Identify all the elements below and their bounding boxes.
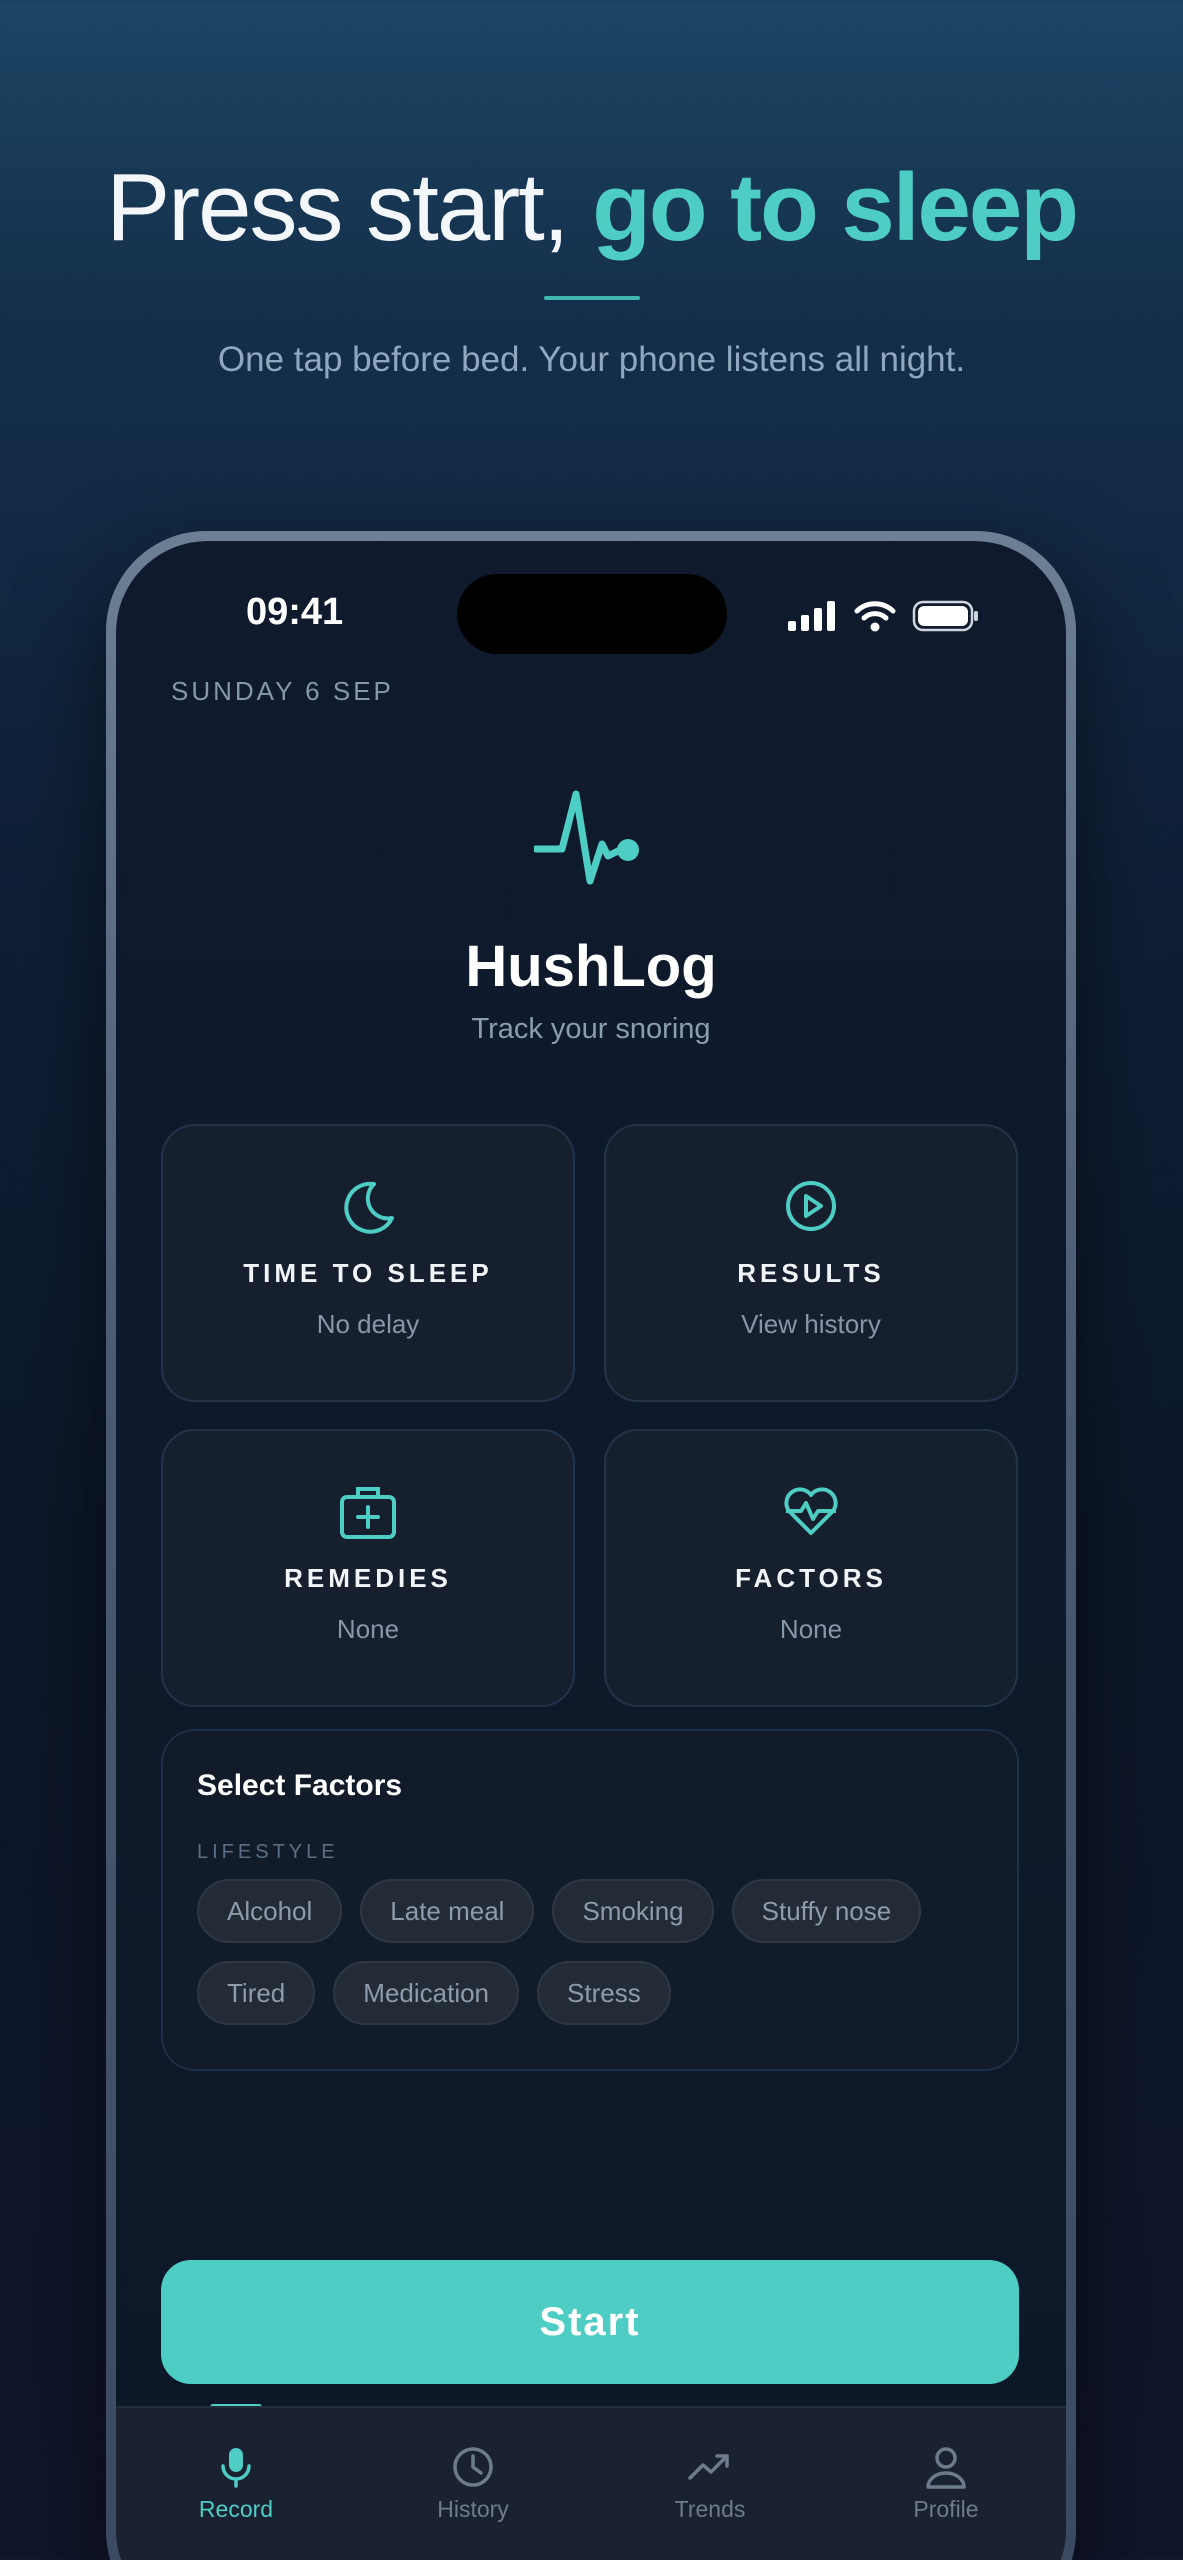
time-to-sleep-card[interactable]: TIME TO SLEEP No delay	[161, 1124, 575, 1402]
app-tagline: Track your snoring	[471, 1013, 711, 1045]
tab-profile[interactable]: Profile	[866, 2426, 1026, 2526]
card-value: None	[336, 1614, 400, 1644]
hero-title-plain: Press start,	[106, 154, 593, 261]
wifi-icon	[854, 601, 896, 632]
card-value: View history	[741, 1309, 881, 1339]
trend-up-icon	[688, 2454, 729, 2480]
card-value: No delay	[316, 1309, 420, 1339]
hero-underline	[544, 296, 640, 300]
tab-label: History	[437, 2496, 509, 2522]
tab-label: Profile	[913, 2496, 979, 2522]
medical-kit-icon	[340, 1487, 396, 1539]
clock-icon	[453, 2447, 493, 2487]
card-title: FACTORS	[735, 1563, 887, 1593]
chip-alcohol[interactable]: Alcohol	[197, 1879, 343, 1943]
factor-chip-list: Alcohol Late meal Smoking Stuffy nose Ti…	[197, 1879, 997, 2025]
chip-smoking[interactable]: Smoking	[552, 1879, 714, 1943]
tab-label: Record	[198, 2496, 274, 2522]
factors-card[interactable]: FACTORS None	[604, 1429, 1018, 1707]
dynamic-island	[457, 574, 727, 654]
card-value: None	[779, 1614, 843, 1644]
hero-title: Press start, go to sleep	[0, 160, 1183, 256]
person-icon	[926, 2447, 966, 2489]
current-date: SUNDAY 6 SEP	[171, 676, 394, 706]
status-time: 09:41	[246, 591, 344, 633]
select-factors-panel: Select Factors LIFESTYLE Alcohol Late me…	[161, 1729, 1019, 2071]
chip-medication[interactable]: Medication	[333, 1961, 520, 2025]
card-title: REMEDIES	[284, 1563, 452, 1593]
results-card[interactable]: RESULTS View history	[604, 1124, 1018, 1402]
tab-history[interactable]: History	[393, 2426, 553, 2526]
chip-tired[interactable]: Tired	[197, 1961, 316, 2025]
microphone-icon	[221, 2448, 251, 2488]
tab-bar: Record History Trends Profile	[116, 2406, 1066, 2560]
play-circle-icon	[786, 1181, 836, 1231]
lifestyle-section-label: LIFESTYLE	[197, 1841, 339, 1863]
phone-screen: 09:41 SUNDAY 6 SEP HushLog Track your sn…	[116, 541, 1066, 2560]
start-button[interactable]: Start	[161, 2260, 1019, 2384]
chip-late-meal[interactable]: Late meal	[360, 1879, 535, 1943]
factors-panel-title: Select Factors	[197, 1769, 403, 1802]
chip-stuffy-nose[interactable]: Stuffy nose	[731, 1879, 922, 1943]
tab-record[interactable]: Record	[156, 2426, 316, 2526]
chip-stress[interactable]: Stress	[537, 1961, 671, 2025]
battery-icon	[912, 600, 978, 632]
cellular-signal-icon	[788, 601, 835, 631]
card-title: TIME TO SLEEP	[243, 1258, 493, 1288]
phone-frame: 09:41 SUNDAY 6 SEP HushLog Track your sn…	[106, 531, 1076, 2560]
remedies-card[interactable]: REMEDIES None	[161, 1429, 575, 1707]
pulse-logo-icon	[534, 790, 639, 885]
hero-subtitle: One tap before bed. Your phone listens a…	[217, 340, 966, 379]
hero-title-accent: go to sleep	[592, 154, 1079, 261]
tab-label: Trends	[674, 2496, 746, 2522]
moon-icon	[344, 1181, 394, 1234]
tab-trends[interactable]: Trends	[630, 2426, 790, 2526]
status-icons	[788, 599, 988, 633]
heart-pulse-icon	[784, 1487, 838, 1535]
app-name: HushLog	[465, 934, 717, 999]
card-title: RESULTS	[737, 1258, 885, 1288]
